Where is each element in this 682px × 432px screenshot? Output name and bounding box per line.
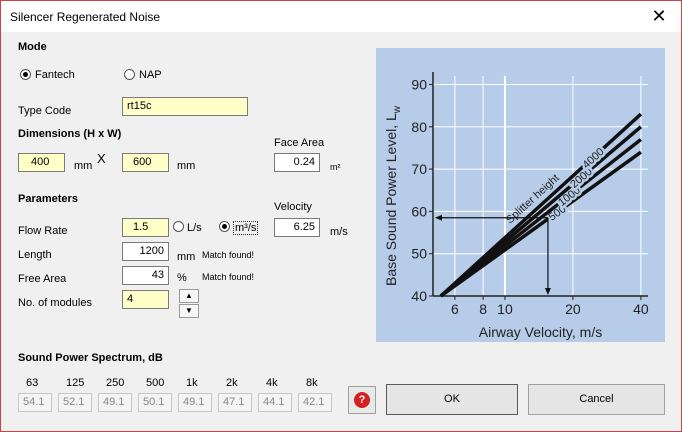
- cancel-button[interactable]: Cancel: [528, 384, 665, 415]
- modules-field[interactable]: 4: [122, 290, 169, 309]
- velocity-field: 6.25: [274, 218, 320, 237]
- x-axis-label: Airway Velocity, m/s: [479, 324, 602, 340]
- nap-label: NAP: [139, 69, 162, 81]
- band-label: 63: [26, 377, 39, 389]
- face-area-label: Face Area: [274, 137, 325, 149]
- parameters-heading: Parameters: [18, 193, 78, 205]
- face-area-unit: m²: [330, 162, 341, 172]
- height-field[interactable]: 400: [18, 153, 65, 172]
- band-value-field: 54.1: [18, 393, 52, 412]
- y-axis-label: Base Sound Power Level, Lw: [383, 105, 403, 286]
- flow-rate-field[interactable]: 1.5: [122, 218, 169, 237]
- help-icon: ?: [354, 392, 370, 408]
- length-label: Length: [18, 249, 52, 261]
- title-bar: Silencer Regenerated Noise ✕: [1, 1, 681, 32]
- modules-down-button[interactable]: ▼: [179, 304, 199, 318]
- band-label: 250: [106, 377, 125, 389]
- length-status: Match found!: [202, 250, 255, 260]
- chart-svg: 40 50 60 70 80 90 6 8 10 20 40 Airway Velocity, m/s…: [383, 72, 649, 340]
- band-value-field: 42.1: [298, 393, 332, 412]
- type-code-label: Type Code: [18, 105, 72, 117]
- flow-rate-label: Flow Rate: [18, 225, 68, 237]
- y-tick-label: 70: [411, 161, 427, 177]
- x-tick-label: 20: [565, 301, 581, 317]
- unit-ls-radio[interactable]: [173, 221, 184, 232]
- type-code-field[interactable]: rt15c: [122, 97, 248, 116]
- free-area-label: Free Area: [18, 273, 67, 285]
- fantech-label: Fantech: [35, 69, 75, 81]
- velocity-unit: m/s: [330, 226, 348, 238]
- band-value-field: 50.1: [138, 393, 172, 412]
- length-unit: mm: [177, 251, 196, 263]
- fantech-radio[interactable]: [20, 69, 31, 80]
- modules-up-button[interactable]: ▲: [179, 289, 199, 303]
- free-area-status: Match found!: [202, 272, 255, 282]
- face-area-field: 0.24: [274, 153, 320, 172]
- ok-button[interactable]: OK: [386, 384, 518, 415]
- unit-m3s-label: m³/s: [233, 221, 259, 235]
- reading-down-arrow: [544, 288, 551, 295]
- y-axis-label-subscript: w: [392, 105, 403, 114]
- modules-label: No. of modules: [18, 297, 92, 309]
- unit-m3s-radio[interactable]: [219, 221, 230, 232]
- unit-ls-label: L/s: [187, 222, 202, 234]
- band-value-field: 49.1: [178, 393, 212, 412]
- band-value-field: 49.1: [98, 393, 132, 412]
- arrow-up-icon: ▲: [185, 291, 193, 300]
- noise-chart: 40 50 60 70 80 90 6 8 10 20 40 Airway Velocity, m/s…: [376, 48, 665, 342]
- dimensions-heading: Dimensions (H x W): [18, 128, 122, 140]
- band-value-field: 52.1: [58, 393, 92, 412]
- band-value-field: 47.1: [218, 393, 252, 412]
- y-tick-label: 90: [411, 76, 427, 92]
- band-label: 125: [66, 377, 85, 389]
- mode-heading: Mode: [18, 41, 47, 53]
- band-label: 2k: [226, 377, 238, 389]
- nap-radio[interactable]: [124, 69, 135, 80]
- band-label: 500: [146, 377, 165, 389]
- spectrum-heading: Sound Power Spectrum, dB: [18, 352, 163, 364]
- dimension-separator: X: [97, 151, 106, 166]
- x-tick-label: 10: [497, 301, 513, 317]
- series-line-4000: [439, 112, 643, 298]
- length-field[interactable]: 1200: [122, 242, 169, 261]
- y-tick-label: 50: [411, 246, 427, 262]
- free-area-unit: %: [177, 272, 187, 284]
- width-field[interactable]: 600: [122, 153, 169, 172]
- band-label: 4k: [266, 377, 278, 389]
- y-tick-label: 40: [411, 288, 427, 304]
- x-tick-label: 40: [633, 301, 649, 317]
- arrow-down-icon: ▼: [185, 306, 193, 315]
- width-unit: mm: [177, 160, 196, 172]
- window-title: Silencer Regenerated Noise: [10, 10, 161, 24]
- band-value-field: 44.1: [258, 393, 292, 412]
- free-area-field[interactable]: 43: [122, 266, 169, 285]
- y-tick-label: 80: [411, 119, 427, 135]
- band-label: 8k: [306, 377, 318, 389]
- x-tick-label: 8: [479, 301, 487, 317]
- close-icon[interactable]: ✕: [647, 4, 671, 28]
- height-unit: mm: [74, 160, 93, 172]
- reading-left-arrow: [435, 214, 442, 221]
- x-tick-label: 6: [451, 301, 459, 317]
- help-button[interactable]: ?: [348, 386, 376, 414]
- y-tick-label: 60: [411, 203, 427, 219]
- velocity-label: Velocity: [274, 201, 312, 213]
- band-label: 1k: [186, 377, 198, 389]
